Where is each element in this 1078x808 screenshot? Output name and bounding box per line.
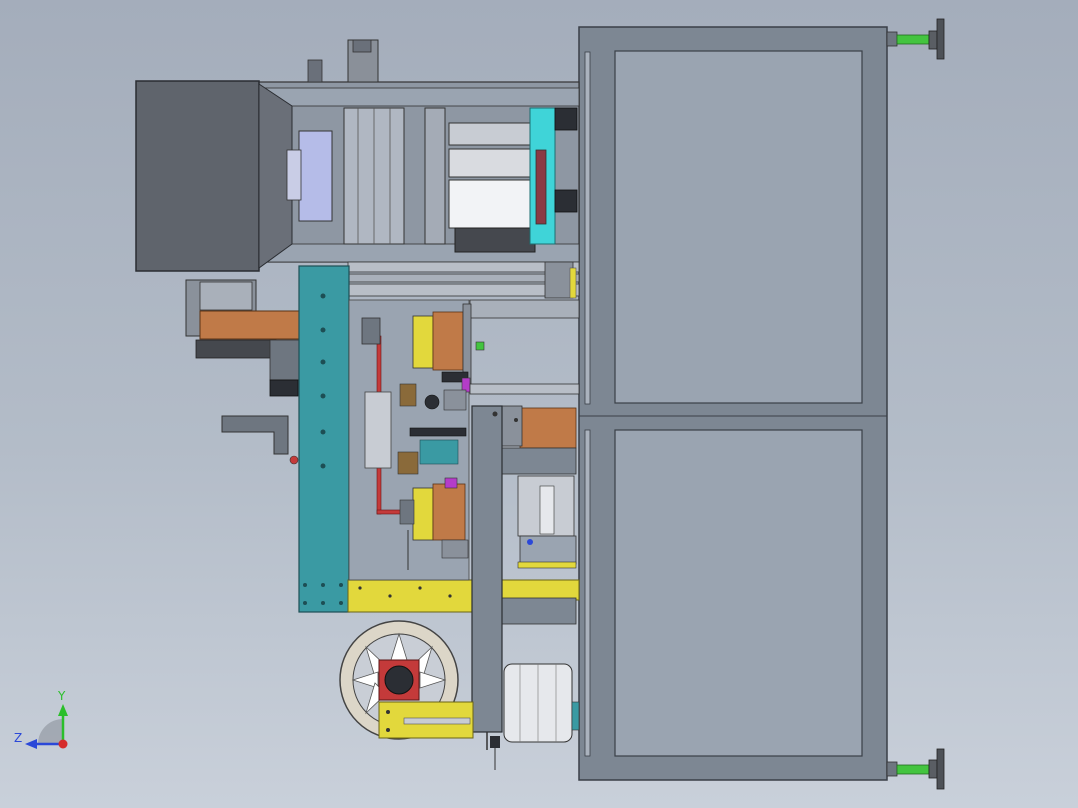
cabinet-frame — [578, 26, 888, 781]
triad-x-axis — [58, 739, 68, 749]
triad-sector — [38, 719, 63, 744]
l-bracket — [221, 415, 289, 455]
triad-y-label: Y — [57, 689, 66, 703]
yellow-clamp-upper — [412, 315, 434, 369]
hopper-box — [135, 80, 260, 272]
yellow-clamp-lower — [412, 487, 434, 541]
top-frame-crossbar — [261, 87, 580, 107]
mechanism-cluster — [348, 299, 485, 581]
orientation-triad: Y Z — [14, 689, 68, 749]
left-brackets — [185, 279, 301, 465]
lavender-block — [298, 130, 333, 222]
copper-block-right — [519, 407, 577, 449]
yellow-bracket — [378, 701, 474, 739]
cabinet-side-rail-lower — [584, 429, 591, 757]
teal-column — [298, 265, 350, 613]
cabinet-panel-lower — [614, 429, 863, 757]
leveling-foot-top — [886, 18, 945, 60]
triad-z-label: Z — [14, 731, 22, 745]
cad-machine-view: Y Z — [14, 18, 945, 790]
canister-stack — [503, 663, 580, 743]
copper-plate — [199, 310, 301, 340]
white-module-1 — [448, 122, 532, 146]
cabinet-side-rail — [584, 51, 591, 405]
white-module-2 — [448, 148, 532, 178]
dark-module — [454, 227, 536, 253]
top-unit — [135, 39, 580, 272]
white-module-3 — [448, 179, 536, 229]
leveling-foot-bottom — [886, 748, 945, 790]
cabinet-panel-upper — [614, 50, 863, 404]
